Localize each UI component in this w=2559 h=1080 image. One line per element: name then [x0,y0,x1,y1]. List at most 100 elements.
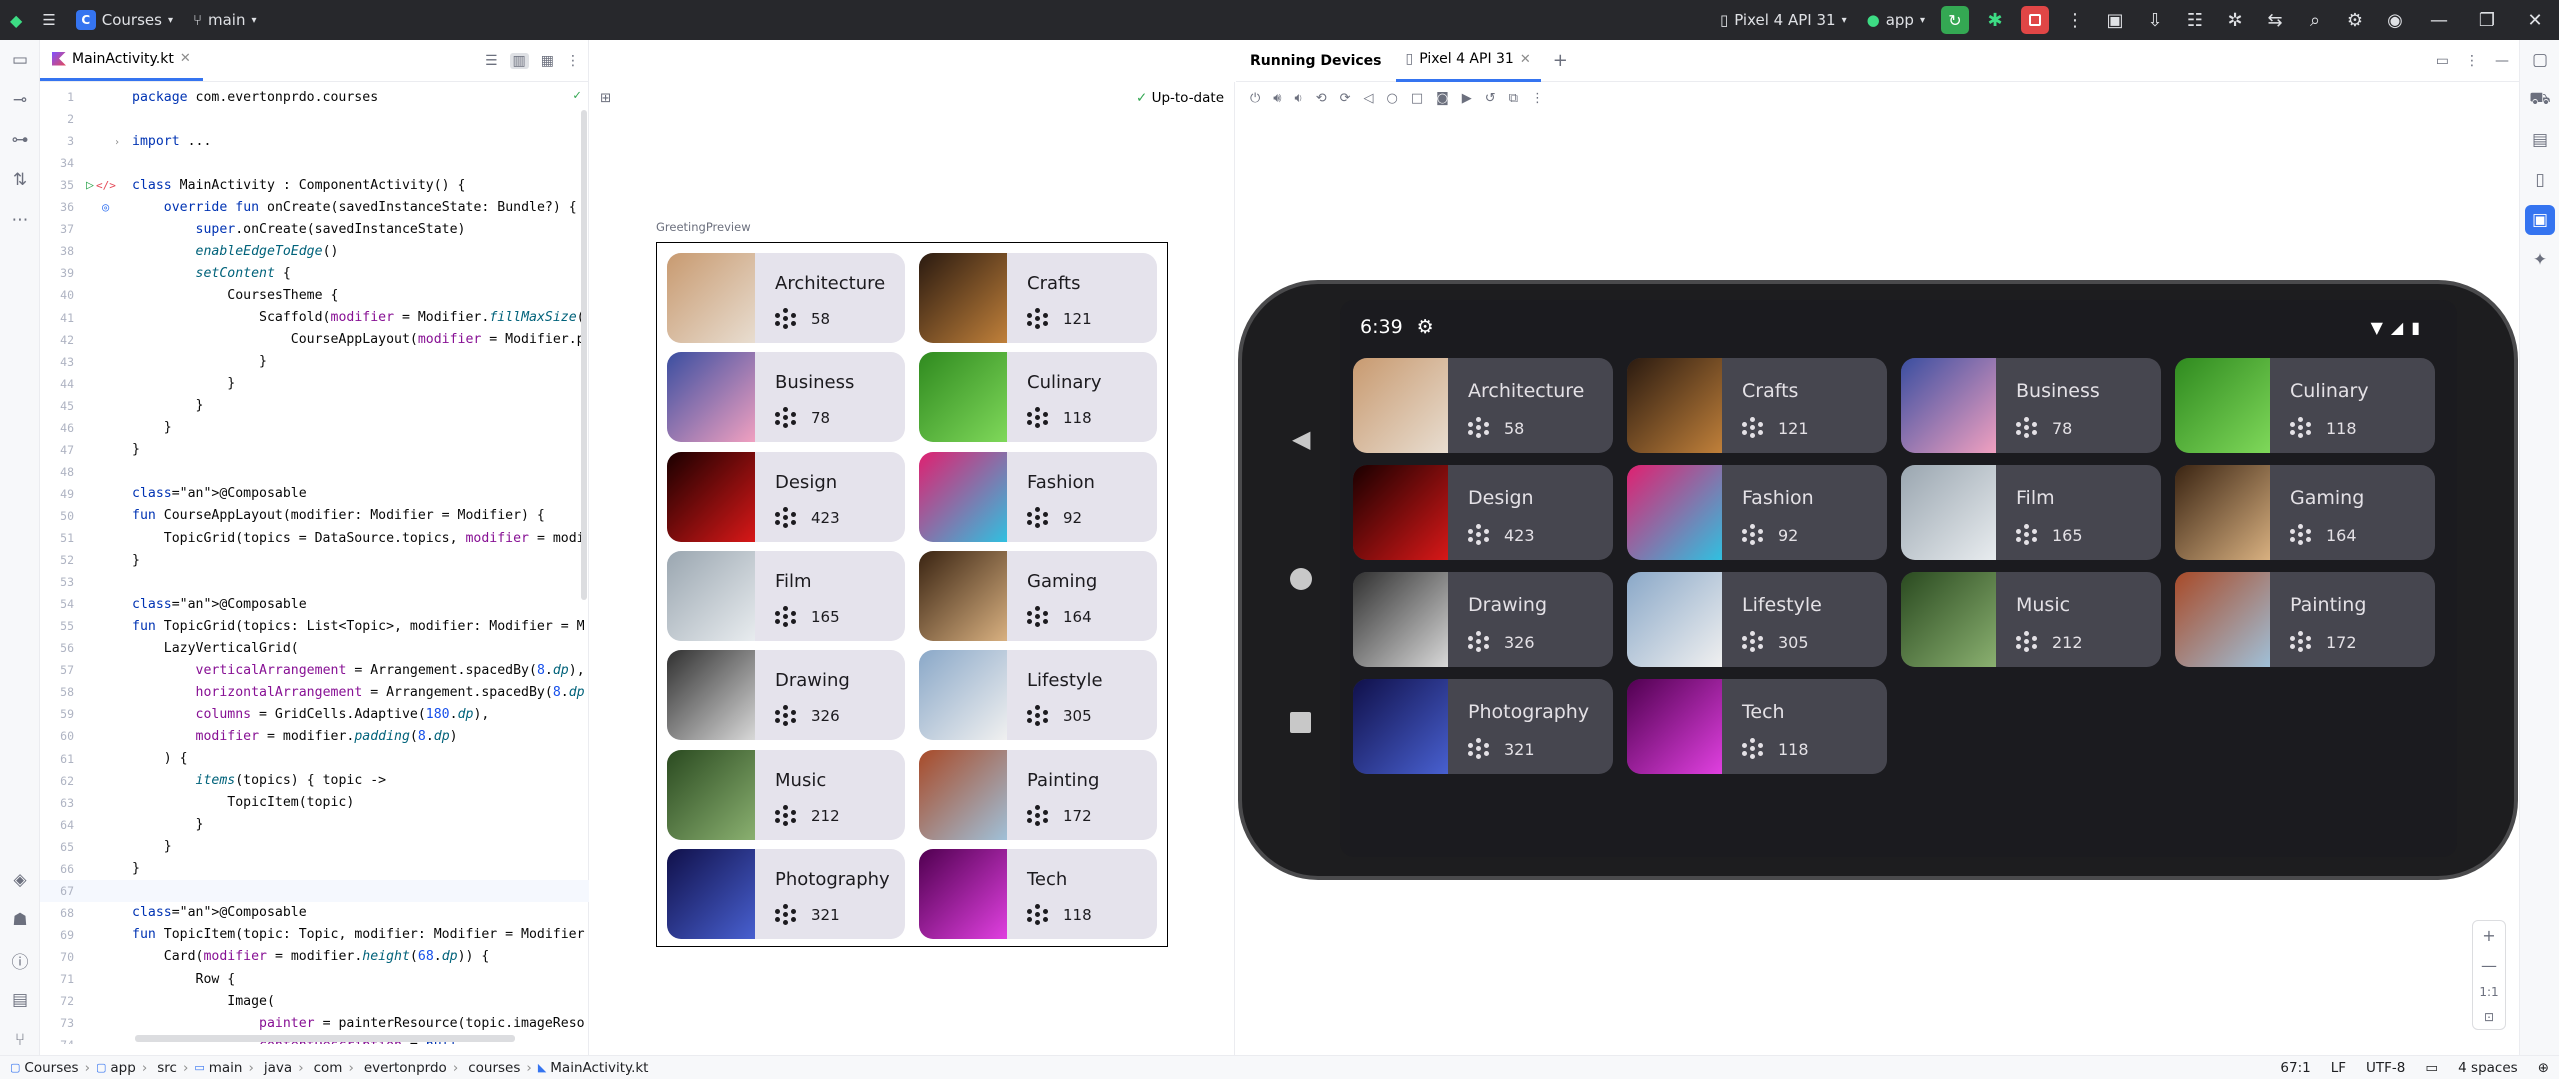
record-icon[interactable]: ▶ [1462,91,1472,106]
rotate-left-icon[interactable]: ⟲ [1316,91,1327,106]
breadcrumb-item[interactable]: evertonprdo [360,1060,453,1076]
code-line[interactable]: 38 enableEdgeToEdge() [40,240,589,262]
topic-card[interactable]: Music 212 [667,749,905,840]
code-line[interactable]: 36 ◎ override fun onCreate(savedInstanceS… [40,196,589,218]
android-robot-icon[interactable]: ☗ [0,900,40,940]
panel-more-icon[interactable]: ⋮ [2459,53,2485,69]
code-line[interactable]: 34 [40,152,589,174]
topic-card[interactable]: Lifestyle 305 [919,650,1157,741]
home-icon[interactable]: ○ [1387,91,1398,106]
sdk-manager-icon[interactable]: ⇩ [2135,0,2175,40]
code-line[interactable]: 72 Image( [40,990,589,1012]
vcs-icon[interactable]: ⊶ [0,120,40,160]
code-line[interactable]: 47} [40,439,589,461]
horizontal-scrollbar[interactable] [135,1035,515,1042]
breadcrumb-item[interactable]: com [310,1060,349,1076]
search-icon[interactable]: ⌕ [2295,0,2335,40]
debug-icon[interactable]: ✱ [1975,0,2015,40]
code-line[interactable]: 41 Scaffold(modifier = Modifier.fillMaxS… [40,307,589,329]
terminal-icon[interactable]: ▤ [0,980,40,1020]
code-line[interactable]: 65 } [40,836,589,858]
code-line[interactable]: 63 TopicItem(topic) [40,792,589,814]
code-line[interactable]: 35 ▷ </> class MainActivity : ComponentActi… [40,174,589,196]
code-line[interactable]: 59 columns = GridCells.Adaptive(180.dp), [40,703,589,725]
breadcrumb-item[interactable]: ◣ MainActivity.kt [538,1060,655,1076]
panel-minimize-icon[interactable]: — [2485,53,2519,69]
zoom-reset[interactable]: 1:1 [2479,985,2498,999]
topic-card[interactable]: Crafts 121 [919,253,1157,343]
branch-selector[interactable]: ⑂ main ▾ [183,0,267,40]
android-studio-logo[interactable]: ◆ [0,0,32,40]
code-line[interactable]: 48 [40,461,589,483]
problems-icon[interactable]: ⓘ [0,940,40,980]
nav-home-icon[interactable] [1290,568,1312,590]
topic-card[interactable]: Architecture 58 [1353,358,1613,453]
restore-icon[interactable]: ❐ [2463,0,2511,40]
topic-card[interactable]: Business 78 [1901,358,2161,453]
breadcrumb-item[interactable]: ▭ main [194,1060,248,1076]
topic-card[interactable]: Drawing 326 [1353,572,1613,667]
topic-card[interactable]: Drawing 326 [667,650,905,741]
code-line[interactable]: 60 modifier = modifier.padding(8.dp) [40,725,589,747]
topic-card[interactable]: Photography 321 [1353,679,1613,774]
design-view-icon[interactable]: ▦ [541,53,554,69]
editor-more-icon[interactable]: ⋮ [566,53,580,69]
topic-card[interactable]: Tech 118 [919,848,1157,939]
code-line[interactable]: 40 CoursesTheme { [40,284,589,306]
topic-card[interactable]: Music 212 [1901,572,2161,667]
code-line[interactable]: 69 fun TopicItem(topic: Topic, modifier: … [40,924,589,946]
topic-card[interactable]: Architecture 58 [667,253,905,343]
topic-card[interactable]: Gaming 164 [2175,465,2435,560]
code-line[interactable]: 71 Row { [40,968,589,990]
topic-card[interactable]: Fashion 92 [1627,465,1887,560]
volume-down-icon[interactable]: 🔉︎ [1295,91,1303,106]
code-line[interactable]: 67 [40,879,589,902]
topic-card[interactable]: Gaming 164 [919,550,1157,641]
code-line[interactable]: 46 } [40,417,589,439]
add-device-icon[interactable]: + [1541,50,1580,71]
zoom-in-icon[interactable]: + [2482,926,2495,945]
topic-card[interactable]: Film 165 [667,550,905,641]
device-selector[interactable]: ▯ Pixel 4 API 31 ▾ [1710,0,1857,40]
device-explorer-icon[interactable]: ▤ [2520,120,2559,160]
code-view-icon[interactable]: ☰ [485,53,498,69]
rotate-right-icon[interactable]: ⟳ [1340,91,1351,106]
breadcrumb-item[interactable]: courses [464,1060,526,1076]
vcs-status-icon[interactable]: ⊕ [2538,1060,2549,1076]
topic-card[interactable]: Lifestyle 305 [1627,572,1887,667]
code-line[interactable]: 54 class="an">@Composable [40,593,589,615]
inspection-ok-icon[interactable]: ✓ [573,88,581,103]
code-line[interactable]: 37 super.onCreate(savedInstanceState) [40,218,589,240]
device-manager-icon[interactable]: ▣ [2095,0,2135,40]
topic-card[interactable]: Design 423 [1353,465,1613,560]
caret-position[interactable]: 67:1 [2280,1060,2310,1076]
code-line[interactable]: 2 [40,108,589,130]
stop-button[interactable] [2021,6,2049,34]
nav-back-icon[interactable]: ◀ [1292,425,1310,453]
code-line[interactable]: 45 } [40,395,589,417]
code-line[interactable]: 44 } [40,373,589,395]
close-tab-icon[interactable]: ✕ [1520,52,1531,67]
line-separator[interactable]: LF [2331,1060,2346,1076]
code-line[interactable]: 58 horizontalArrangement = Arrangement.s… [40,681,589,703]
mirror-icon[interactable]: ⧉ [1509,91,1518,106]
topic-card[interactable]: Photography 321 [667,848,905,939]
code-line[interactable]: 52} [40,549,589,571]
indent-icon[interactable]: ▭ [2425,1060,2438,1076]
gemini-icon[interactable]: ◈ [0,860,40,900]
minimize-icon[interactable]: — [2415,0,2463,40]
override-gutter-icon[interactable]: ◎ [78,200,109,214]
fold-icon[interactable]: › [78,137,120,148]
code-line[interactable]: 70 Card(modifier = modifier.height(68.dp… [40,946,589,968]
screenshot-icon[interactable]: ◙ [1436,91,1449,106]
topic-card[interactable]: Film 165 [1901,465,2161,560]
topic-card[interactable]: Fashion 92 [919,451,1157,542]
topic-card[interactable]: Painting 172 [2175,572,2435,667]
project-folder-icon[interactable]: ▭ [0,40,40,80]
running-devices-icon[interactable]: ▣ [2525,205,2555,235]
more-icon[interactable]: ⋮ [2055,0,2095,40]
project-selector[interactable]: C Courses ▾ [66,0,183,40]
compose-gutter-icon[interactable]: </> [94,179,116,192]
run-gutter-icon[interactable]: ▷ [78,178,94,193]
topic-card[interactable]: Culinary 118 [2175,358,2435,453]
